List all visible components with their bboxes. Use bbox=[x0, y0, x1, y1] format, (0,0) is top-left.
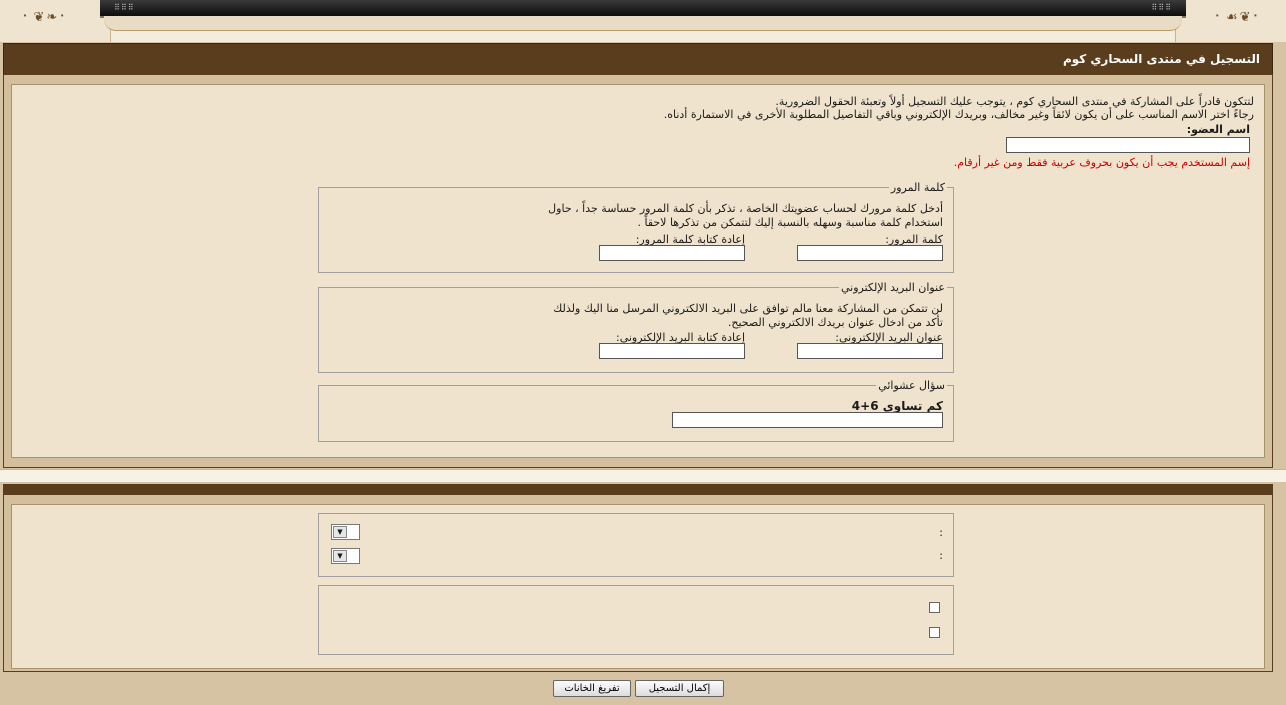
select1-label: : bbox=[939, 526, 943, 539]
captcha-fieldset: سؤال عشوائي كم تساوي 6+4 bbox=[318, 379, 954, 442]
chevron-down-icon[interactable]: ▼ bbox=[333, 526, 347, 538]
password-legend: كلمة المرور bbox=[888, 181, 947, 194]
email-confirm-input[interactable] bbox=[599, 343, 745, 359]
email-desc1: لن تتمكن من المشاركة معنا مالم توافق على… bbox=[553, 302, 943, 315]
panel-header: التسجيل في منتدى السحاري كوم bbox=[3, 43, 1273, 75]
select2-label: : bbox=[939, 549, 943, 562]
options-select-fieldset: : ▼ : ▼ bbox=[318, 513, 954, 577]
options-panel: : ▼ : ▼ bbox=[3, 494, 1273, 672]
intro-line2: رجاءً اختر الاسم المناسب على أن يكون لائ… bbox=[663, 108, 1254, 121]
email-legend: عنوان البريد الإلكتروني bbox=[838, 281, 947, 294]
page-title: التسجيل في منتدى السحاري كوم bbox=[1062, 52, 1260, 66]
option-select-2[interactable]: ▼ bbox=[331, 548, 360, 564]
reset-button[interactable]: تفريغ الخانات bbox=[553, 680, 631, 697]
option-select-1[interactable]: ▼ bbox=[331, 524, 360, 540]
ornament-left-icon: ⠂❦❧⠂ bbox=[22, 10, 71, 25]
email-input[interactable] bbox=[797, 343, 943, 359]
grip-dots-left: ⠿⠿⠿ bbox=[114, 3, 135, 12]
password-confirm-input[interactable] bbox=[599, 245, 745, 261]
option-checkbox-1[interactable] bbox=[929, 602, 940, 613]
username-warning: إسم المستخدم يجب أن يكون بحروف عربية فقط… bbox=[953, 156, 1250, 169]
top-frame: ⠿⠿⠿ ⠿⠿⠿ ⠂❦❧⠂ ⠂☙❦⠂ bbox=[0, 0, 1286, 42]
password-desc1: أدخل كلمة مرورك لحساب عضويتك الخاصة ، تذ… bbox=[548, 202, 943, 215]
options-inner: : ▼ : ▼ bbox=[11, 504, 1265, 669]
password-input[interactable] bbox=[797, 245, 943, 261]
chevron-down-icon[interactable]: ▼ bbox=[333, 550, 347, 562]
grip-dots-right: ⠿⠿⠿ bbox=[1151, 3, 1172, 12]
registration-inner: لتتكون قادراً على المشاركة في منتدى السح… bbox=[11, 84, 1265, 458]
email-desc2: تأكد من ادخال عنوان بريدك الالكتروني الص… bbox=[727, 316, 943, 329]
username-input[interactable] bbox=[1006, 137, 1250, 153]
option-checkbox-2[interactable] bbox=[929, 627, 940, 638]
captcha-input[interactable] bbox=[672, 412, 943, 428]
options-checkbox-fieldset bbox=[318, 585, 954, 655]
password-fieldset: كلمة المرور أدخل كلمة مرورك لحساب عضويتك… bbox=[318, 181, 954, 273]
separator-band bbox=[0, 469, 1286, 482]
captcha-legend: سؤال عشوائي bbox=[876, 379, 947, 392]
top-curve bbox=[104, 16, 1182, 31]
registration-panel: لتتكون قادراً على المشاركة في منتدى السح… bbox=[3, 74, 1273, 468]
captcha-question: كم تساوي 6+4 bbox=[851, 399, 943, 413]
submit-button[interactable]: إكمال التسجيل bbox=[635, 680, 724, 697]
username-label: اسم العضو: bbox=[1186, 123, 1250, 136]
intro-line1: لتتكون قادراً على المشاركة في منتدى السح… bbox=[775, 95, 1254, 108]
email-fieldset: عنوان البريد الإلكتروني لن تتمكن من المش… bbox=[318, 281, 954, 373]
ornament-right-icon: ⠂☙❦⠂ bbox=[1214, 10, 1264, 25]
options-header bbox=[3, 484, 1273, 494]
password-desc2: استخدام كلمة مناسبة وسهله بالنسبة إليك ل… bbox=[637, 216, 943, 229]
